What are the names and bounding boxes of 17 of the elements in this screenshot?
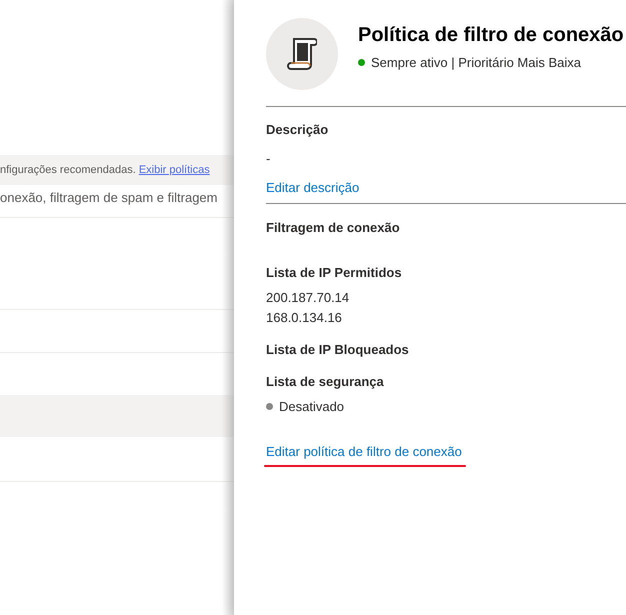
edit-policy-link[interactable]: Editar política de filtro de conexão [266,444,462,459]
list-heading: Lista de IP Permitidos [266,265,403,280]
list-heading: Lista de IP Bloqueados [266,342,410,357]
description-value: - [266,151,272,166]
ip-address: 168.0.134.16 [266,310,343,325]
status-text: Desativado [279,399,344,414]
banner-text: nfigurações recomendadas. [0,164,136,176]
edit-description-link[interactable]: Editar descrição [266,180,360,195]
panel-title: Política de filtro de conexão [358,24,624,47]
scroll-icon [287,37,317,71]
list-heading: Lista de segurança [266,374,385,389]
section-heading: Descrição [266,122,330,137]
ip-address: 200.187.70.14 [266,290,350,305]
section-heading: Filtragem de conexão [266,220,401,235]
policies-link[interactable]: Exibir políticas [138,164,210,176]
status-text: Sempre ativo | Prioritário Mais Baixa [371,55,582,70]
description-text: onexão, filtragem de spam e filtragem [0,190,218,205]
